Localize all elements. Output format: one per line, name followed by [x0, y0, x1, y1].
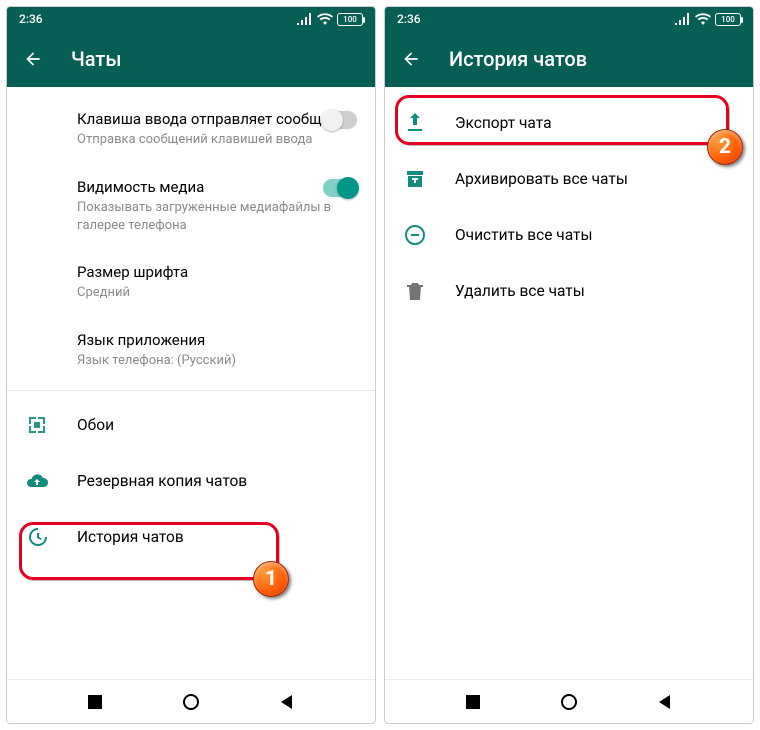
app-bar: Чаты	[7, 31, 375, 87]
row-export-chat[interactable]: Экспорт чата	[385, 95, 753, 151]
phone-left: 2:36 100 Чаты Клавиша ввода отправляет с…	[6, 6, 376, 724]
setting-title: Размер шрифта	[77, 262, 357, 282]
export-icon	[403, 111, 427, 135]
cloud-up-icon	[25, 469, 49, 493]
divider	[7, 390, 375, 391]
trash-icon	[403, 279, 427, 303]
history-icon	[25, 525, 49, 549]
setting-app-language[interactable]: Язык приложения Язык телефона: (Русский)	[7, 316, 375, 384]
row-backup[interactable]: Резервная копия чатов	[7, 453, 375, 509]
history-list: Экспорт чата Архивировать все чаты Очист…	[385, 87, 753, 679]
battery-icon: 100	[337, 13, 363, 26]
setting-title: Язык приложения	[77, 330, 357, 350]
row-label: Очистить все чаты	[455, 226, 593, 244]
toggle-enter-sends[interactable]	[323, 111, 357, 129]
toggle-media-visibility[interactable]	[323, 179, 357, 197]
wifi-icon	[317, 13, 333, 25]
signal-icon	[675, 13, 691, 25]
wifi-icon	[695, 13, 711, 25]
row-label: Экспорт чата	[455, 114, 552, 132]
nav-recent-icon[interactable]	[86, 693, 104, 711]
row-clear-all[interactable]: Очистить все чаты	[385, 207, 753, 263]
nav-home-icon[interactable]	[182, 693, 200, 711]
page-title: История чатов	[449, 47, 587, 71]
setting-enter-sends[interactable]: Клавиша ввода отправляет сообщение Отпра…	[7, 95, 375, 163]
status-right: 100	[297, 13, 363, 26]
row-label: Резервная копия чатов	[77, 472, 247, 490]
setting-media-visibility[interactable]: Видимость медиа Показывать загруженные м…	[7, 163, 375, 248]
back-icon[interactable]	[401, 49, 421, 69]
setting-font-size[interactable]: Размер шрифта Средний	[7, 248, 375, 316]
status-bar: 2:36 100	[385, 7, 753, 31]
back-icon[interactable]	[23, 49, 43, 69]
nav-back-icon[interactable]	[278, 693, 296, 711]
settings-list: Клавиша ввода отправляет сообщение Отпра…	[7, 87, 375, 679]
status-right: 100	[675, 13, 741, 26]
setting-subtitle: Язык телефона: (Русский)	[77, 352, 357, 370]
status-bar: 2:36 100	[7, 7, 375, 31]
row-delete-all[interactable]: Удалить все чаты	[385, 263, 753, 319]
status-time: 2:36	[19, 12, 43, 26]
nav-bar	[7, 679, 375, 723]
phone-right: 2:36 100 История чатов Экспорт чата Архи…	[384, 6, 754, 724]
archive-icon	[403, 167, 427, 191]
setting-title: Видимость медиа	[77, 177, 357, 197]
row-label: Удалить все чаты	[455, 282, 585, 300]
row-label: Обои	[77, 416, 114, 434]
row-chat-history[interactable]: История чатов	[7, 509, 375, 565]
nav-recent-icon[interactable]	[464, 693, 482, 711]
nav-back-icon[interactable]	[656, 693, 674, 711]
nav-bar	[385, 679, 753, 723]
row-label: История чатов	[77, 528, 184, 546]
battery-icon: 100	[715, 13, 741, 26]
wallpaper-icon	[25, 413, 49, 437]
setting-subtitle: Отправка сообщений клавишей ввода	[77, 131, 357, 149]
row-label: Архивировать все чаты	[455, 170, 628, 188]
app-bar: История чатов	[385, 31, 753, 87]
setting-subtitle: Показывать загруженные медиафайлы в гале…	[77, 199, 357, 234]
status-time: 2:36	[397, 12, 421, 26]
page-title: Чаты	[71, 47, 121, 71]
signal-icon	[297, 13, 313, 25]
clear-circle-icon	[403, 223, 427, 247]
setting-subtitle: Средний	[77, 284, 357, 302]
row-archive-all[interactable]: Архивировать все чаты	[385, 151, 753, 207]
nav-home-icon[interactable]	[560, 693, 578, 711]
setting-title: Клавиша ввода отправляет сообщение	[77, 109, 357, 129]
row-wallpaper[interactable]: Обои	[7, 397, 375, 453]
